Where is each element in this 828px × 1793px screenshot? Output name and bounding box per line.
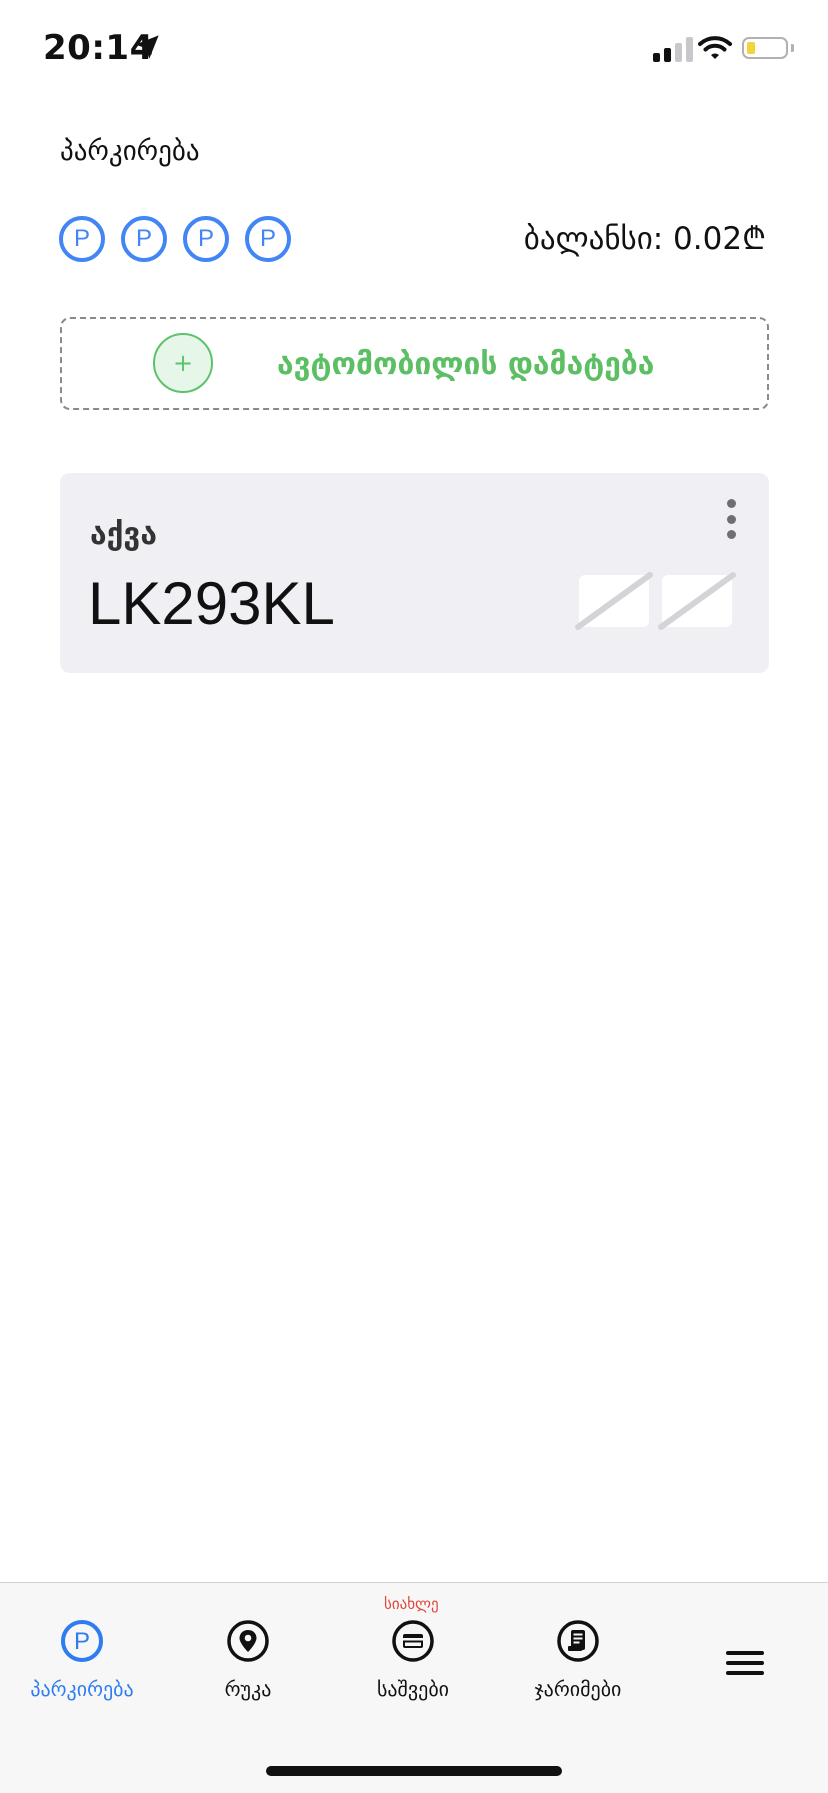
tab-label: პარკირება xyxy=(30,1677,134,1701)
battery-icon xyxy=(742,37,788,59)
parking-icon: P xyxy=(61,1620,103,1662)
home-indicator xyxy=(266,1766,562,1776)
map-pin-icon xyxy=(227,1620,269,1662)
empty-slot-tile xyxy=(658,572,736,630)
car-plate: LK293KL xyxy=(88,570,335,637)
tab-fines[interactable]: ჯარიმები xyxy=(522,1619,634,1701)
tab-label: საშვები xyxy=(376,1677,450,1701)
parking-icon: P xyxy=(245,216,291,262)
tab-label: რუკა xyxy=(224,1677,272,1701)
empty-slot-tile xyxy=(575,572,653,630)
parking-icon: P xyxy=(121,216,167,262)
page-title: პარკირება xyxy=(60,136,200,167)
tab-bar: სიახლე P პარკირება რუკა საშვები ჯარიმები xyxy=(0,1582,828,1793)
parking-icons-row: P P P P xyxy=(59,216,291,262)
tab-parking[interactable]: P პარკირება xyxy=(18,1619,146,1701)
cellular-signal-icon xyxy=(653,36,693,62)
parking-icon: P xyxy=(59,216,105,262)
add-car-label: ავტომობილის დამატება xyxy=(277,347,655,382)
wifi-icon xyxy=(698,36,732,59)
status-bar: 20:14 xyxy=(0,0,828,100)
parking-icon: P xyxy=(183,216,229,262)
tab-map[interactable]: რუკა xyxy=(198,1619,298,1701)
battery-nub xyxy=(791,44,794,52)
tab-passes[interactable]: საშვები xyxy=(358,1619,468,1701)
car-name: აქვა xyxy=(90,517,157,552)
hamburger-menu-icon[interactable] xyxy=(726,1651,764,1675)
car-card[interactable]: აქვა LK293KL xyxy=(60,473,769,673)
card-icon xyxy=(392,1620,434,1662)
balance-label: ბალანსი: 0.02₾ xyxy=(523,221,766,257)
receipt-icon xyxy=(557,1620,599,1662)
svg-text:P: P xyxy=(74,1628,90,1655)
new-badge: სიახლე xyxy=(384,1595,439,1613)
plus-icon: + xyxy=(153,333,213,393)
location-arrow-icon xyxy=(135,35,159,59)
add-car-button[interactable]: + ავტომობილის დამატება xyxy=(60,317,769,410)
kebab-menu-icon[interactable] xyxy=(724,499,738,539)
tab-label: ჯარიმები xyxy=(534,1677,622,1701)
